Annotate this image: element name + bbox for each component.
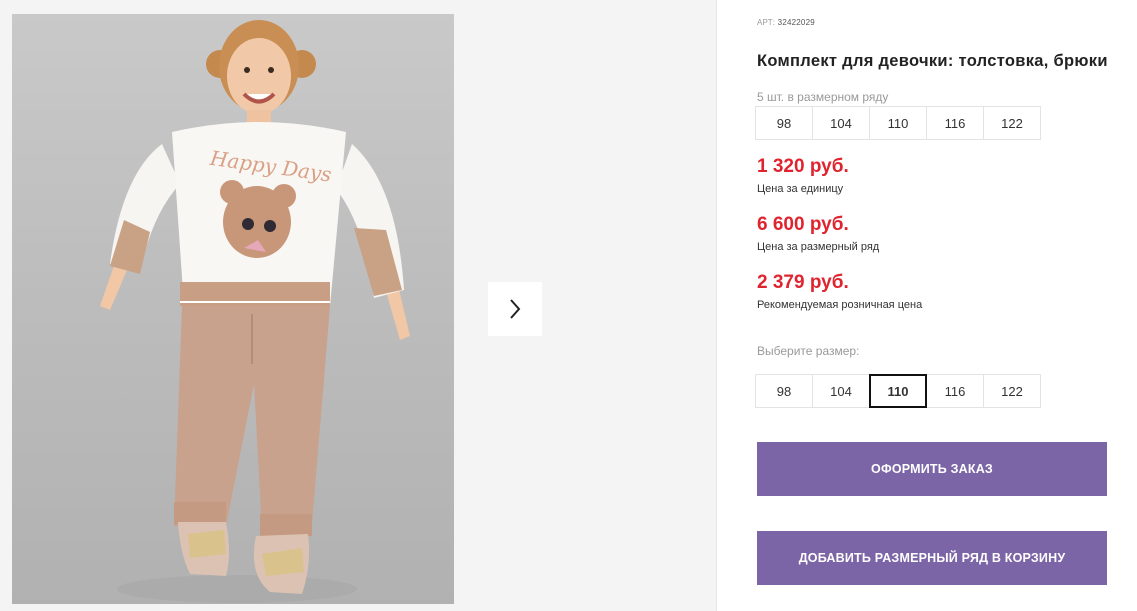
size-row-cell: 116 [926,106,984,140]
article-label: АРТ: [757,18,776,27]
unit-price-label: Цена за единицу [757,183,844,195]
size-selector: 98 104 110 116 122 [755,374,1041,408]
size-option-98[interactable]: 98 [755,374,813,408]
size-row-note: 5 шт. в размерном ряду [757,90,889,104]
size-option-116[interactable]: 116 [926,374,984,408]
row-price-label: Цена за размерный ряд [757,241,880,253]
size-option-110[interactable]: 110 [869,374,927,408]
girl-in-tracksuit-image: Happy Days [100,20,410,603]
unit-price: 1 320 руб. [757,156,849,177]
product-gallery: Happy Days [0,0,717,611]
choose-size-label: Выберите размер: [757,344,860,358]
retail-price-label: Рекомендуемая розничная цена [757,299,923,311]
place-order-button[interactable]: Оформить заказ [757,442,1107,496]
size-option-104[interactable]: 104 [812,374,870,408]
article-number: АРТ: 32422029 [757,18,815,27]
article-value: 32422029 [777,18,815,27]
chevron-right-icon [510,299,521,319]
gallery-next-button[interactable] [488,282,542,336]
size-row-cell: 104 [812,106,870,140]
row-price: 6 600 руб. [757,214,849,235]
product-title: Комплект для девочки: толстовка, брюки [757,52,1108,70]
product-photo: Happy Days [12,14,454,604]
size-row-cell: 98 [755,106,813,140]
size-row-cell: 122 [983,106,1041,140]
size-row-table: 98 104 110 116 122 [755,106,1041,140]
retail-price: 2 379 руб. [757,272,849,293]
size-option-122[interactable]: 122 [983,374,1041,408]
size-row-cell: 110 [869,106,927,140]
add-size-row-to-cart-button[interactable]: Добавить размерный ряд в корзину [757,531,1107,585]
